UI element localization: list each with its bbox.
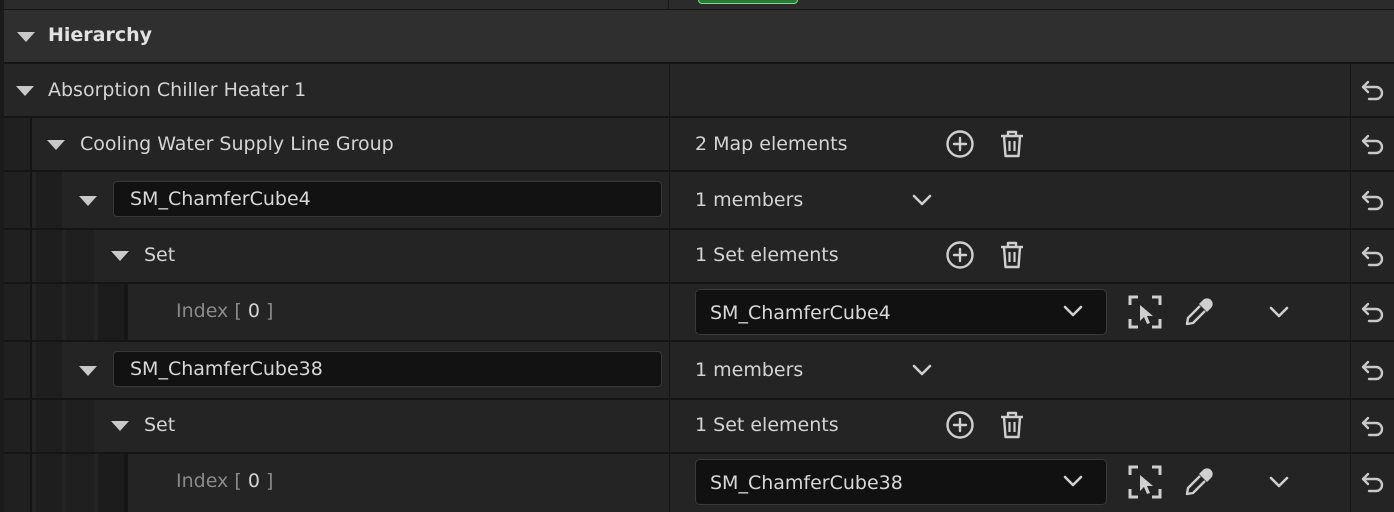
chevron-down-icon[interactable] — [1262, 295, 1296, 329]
details-panel: Hierarchy Absorption Chiller Heater 1 Co… — [0, 0, 1394, 512]
asset-picker-value: SM_ChamferCube4 — [710, 302, 891, 324]
green-color-swatch[interactable] — [698, 0, 798, 4]
add-element-icon[interactable] — [943, 408, 977, 442]
map-entry-row-1: SM_ChamferCube4 1 members — [4, 172, 1394, 230]
index-label: Index [ 0 ] — [176, 470, 273, 492]
reset-arrow-icon[interactable] — [1356, 239, 1390, 273]
collapse-arrow-icon[interactable] — [79, 366, 97, 376]
eyedropper-icon[interactable] — [1182, 465, 1216, 499]
index-row-2: Index [ 0 ] SM_ChamferCube38 — [4, 454, 1394, 512]
index-bracket-close: ] — [265, 300, 274, 322]
reset-arrow-icon[interactable] — [1356, 409, 1390, 443]
set-count: 1 Set elements — [695, 244, 839, 266]
map-key-field[interactable]: SM_ChamferCube4 — [113, 181, 662, 217]
collapse-arrow-icon[interactable] — [47, 140, 65, 150]
trash-icon[interactable] — [995, 127, 1029, 161]
eyedropper-icon[interactable] — [1182, 295, 1216, 329]
hierarchy-section-header[interactable]: Hierarchy — [4, 10, 1394, 64]
index-number: 0 — [247, 300, 260, 322]
select-asset-icon[interactable] — [1128, 465, 1162, 499]
chiller-label: Absorption Chiller Heater 1 — [48, 79, 307, 101]
reset-arrow-icon[interactable] — [1356, 465, 1390, 499]
asset-picker-combo[interactable]: SM_ChamferCube38 — [695, 459, 1107, 505]
asset-picker-combo[interactable]: SM_ChamferCube4 — [695, 289, 1107, 335]
reset-arrow-icon[interactable] — [1356, 295, 1390, 329]
collapse-arrow-icon[interactable] — [16, 86, 34, 96]
index-number: 0 — [247, 470, 260, 492]
asset-picker-value: SM_ChamferCube38 — [710, 472, 903, 494]
map-key-field[interactable]: SM_ChamferCube38 — [113, 351, 662, 387]
set-label: Set — [144, 414, 176, 436]
chevron-down-icon[interactable] — [1062, 474, 1084, 488]
index-row-1: Index [ 0 ] SM_ChamferCube4 — [4, 284, 1394, 342]
index-label-text: Index — [176, 300, 229, 322]
map-entry-row-2: SM_ChamferCube38 1 members — [4, 342, 1394, 400]
reset-arrow-icon[interactable] — [1356, 73, 1390, 107]
add-element-icon[interactable] — [943, 238, 977, 272]
group-row: Cooling Water Supply Line Group 2 Map el… — [4, 118, 1394, 172]
reset-arrow-icon[interactable] — [1356, 127, 1390, 161]
trash-icon[interactable] — [995, 238, 1029, 272]
index-bracket-close: ] — [265, 470, 274, 492]
members-dropdown-label: 1 members — [695, 359, 804, 381]
add-element-icon[interactable] — [943, 127, 977, 161]
index-bracket-open: [ — [234, 300, 242, 322]
set-row-1: Set 1 Set elements — [4, 230, 1394, 284]
chiller-row: Absorption Chiller Heater 1 — [4, 64, 1394, 118]
chevron-down-icon[interactable] — [905, 183, 939, 217]
previous-row-strip — [4, 0, 1394, 10]
index-bracket-open: [ — [234, 470, 242, 492]
map-key-value: SM_ChamferCube38 — [130, 358, 323, 380]
collapse-arrow-icon[interactable] — [111, 421, 129, 431]
index-label-text: Index — [176, 470, 229, 492]
column-divider — [668, 0, 669, 9]
map-key-value: SM_ChamferCube4 — [130, 188, 311, 210]
collapse-arrow-icon[interactable] — [79, 196, 97, 206]
set-count: 1 Set elements — [695, 414, 839, 436]
index-label: Index [ 0 ] — [176, 300, 273, 322]
set-label: Set — [144, 244, 176, 266]
trash-icon[interactable] — [995, 408, 1029, 442]
chevron-down-icon[interactable] — [1062, 304, 1084, 318]
collapse-arrow-icon[interactable] — [17, 32, 35, 42]
reset-arrow-icon[interactable] — [1356, 183, 1390, 217]
members-dropdown-label: 1 members — [695, 189, 804, 211]
reset-arrow-icon[interactable] — [1356, 353, 1390, 387]
select-asset-icon[interactable] — [1128, 295, 1162, 329]
chevron-down-icon[interactable] — [1262, 465, 1296, 499]
map-count: 2 Map elements — [695, 133, 848, 155]
collapse-arrow-icon[interactable] — [111, 251, 129, 261]
chevron-down-icon[interactable] — [905, 353, 939, 387]
set-row-2: Set 1 Set elements — [4, 400, 1394, 454]
group-label: Cooling Water Supply Line Group — [80, 133, 394, 155]
section-title: Hierarchy — [48, 24, 153, 46]
